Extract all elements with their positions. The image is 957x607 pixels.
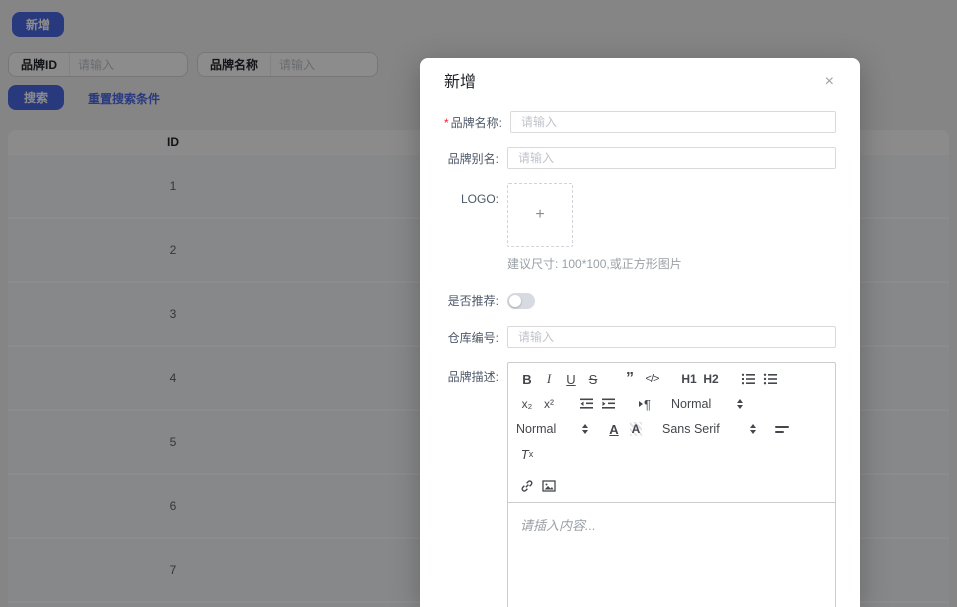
add-brand-modal: 新增 × *品牌名称: 品牌别名: LOGO: + 建议尺寸: 100*100,… — [420, 58, 860, 607]
required-mark: * — [444, 115, 449, 130]
size-picker[interactable]: Normal — [671, 397, 743, 411]
align-icon[interactable] — [771, 420, 793, 438]
close-icon[interactable]: × — [823, 72, 836, 92]
field-logo: LOGO: + 建议尺寸: 100*100,或正方形图片 — [444, 183, 836, 272]
brand-name-input[interactable] — [510, 111, 836, 133]
logo-size-hint: 建议尺寸: 100*100,或正方形图片 — [507, 257, 682, 271]
logo-upload-area: + 建议尺寸: 100*100,或正方形图片 — [507, 183, 682, 272]
outdent-icon[interactable] — [575, 395, 597, 413]
blockquote-icon[interactable]: ” — [619, 370, 641, 388]
toggle-knob — [509, 294, 521, 307]
rich-text-editor: B I U S ” </> H1 H2 x₂ x² ¶ Normal Norma… — [507, 362, 836, 607]
link-icon[interactable] — [516, 477, 538, 495]
field-warehouse-no: 仓库编号: — [444, 326, 836, 348]
field-brand-name-label: * 品牌名称: — [444, 115, 503, 130]
superscript-icon[interactable]: x² — [538, 395, 560, 413]
modal-header: 新增 × — [444, 72, 836, 94]
header-2-icon[interactable]: H2 — [700, 370, 722, 388]
logo-upload-button[interactable]: + — [507, 183, 573, 247]
field-brand-desc: 品牌描述: B I U S ” </> H1 H2 x₂ x² ¶ Normal… — [444, 362, 836, 607]
strikethrough-icon[interactable]: S — [582, 370, 604, 388]
field-recommend: 是否推荐: — [444, 292, 836, 309]
background-color-icon[interactable]: A — [625, 420, 647, 438]
field-logo-label: LOGO: — [460, 192, 499, 206]
underline-icon[interactable]: U — [560, 370, 582, 388]
editor-content[interactable]: 请插入内容... — [508, 503, 835, 607]
editor-placeholder: 请插入内容... — [520, 518, 596, 533]
field-brand-alias: 品牌别名: — [444, 147, 836, 169]
italic-icon[interactable]: I — [538, 370, 560, 388]
field-recommend-label: 是否推荐: — [447, 294, 499, 308]
subscript-icon[interactable]: x₂ — [516, 395, 538, 413]
text-direction-icon[interactable]: ¶ — [634, 395, 656, 413]
bold-icon[interactable]: B — [516, 370, 538, 388]
field-brand-alias-label: 品牌别名: — [447, 151, 499, 166]
picker-arrows-icon — [750, 424, 756, 434]
clear-format-icon[interactable]: Tx — [516, 445, 538, 463]
brand-alias-input[interactable] — [507, 147, 836, 169]
picker-arrows-icon — [582, 424, 588, 434]
plus-icon: + — [535, 206, 545, 223]
editor-toolbar: B I U S ” </> H1 H2 x₂ x² ¶ Normal Norma… — [508, 363, 835, 503]
indent-icon[interactable] — [597, 395, 619, 413]
recommend-toggle[interactable] — [507, 292, 535, 309]
ordered-list-icon[interactable] — [737, 370, 759, 388]
text-color-icon[interactable]: A — [603, 420, 625, 438]
image-icon[interactable] — [538, 477, 560, 495]
bullet-list-icon[interactable] — [759, 370, 781, 388]
field-brand-name: * 品牌名称: — [444, 111, 836, 133]
field-brand-desc-label: 品牌描述: — [447, 370, 499, 384]
code-block-icon[interactable]: </> — [641, 370, 663, 388]
field-warehouse-no-label: 仓库编号: — [447, 330, 499, 345]
header-1-icon[interactable]: H1 — [678, 370, 700, 388]
modal-title: 新增 — [444, 74, 477, 91]
warehouse-no-input[interactable] — [507, 326, 836, 348]
font-picker[interactable]: Sans Serif — [662, 422, 756, 436]
header-picker[interactable]: Normal — [516, 422, 588, 436]
picker-arrows-icon — [737, 399, 743, 409]
